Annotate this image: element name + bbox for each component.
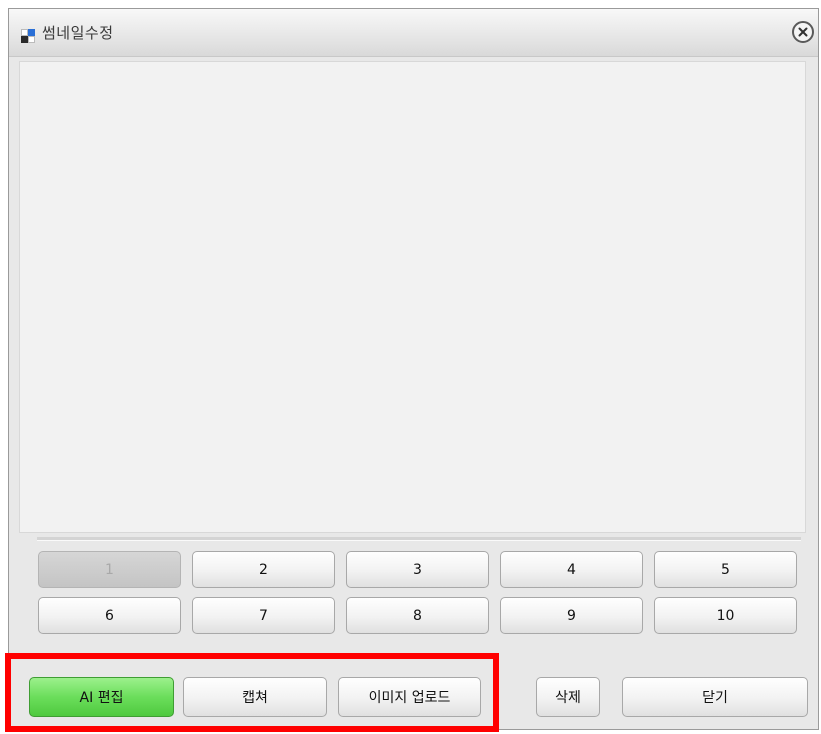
- close-x-glyph: [798, 27, 808, 37]
- page-button-2[interactable]: 2: [192, 551, 335, 588]
- window-title: 썸네일수정: [42, 24, 114, 42]
- app-window-icon: [21, 29, 35, 43]
- title-bar[interactable]: 썸네일수정: [9, 9, 818, 57]
- page-button-5[interactable]: 5: [654, 551, 797, 588]
- image-upload-button[interactable]: 이미지 업로드: [338, 677, 481, 717]
- page-button-10[interactable]: 10: [654, 597, 797, 634]
- thumbnail-preview-area: [19, 61, 806, 533]
- page-button-3[interactable]: 3: [346, 551, 489, 588]
- close-circle-icon[interactable]: [792, 21, 814, 43]
- close-button[interactable]: 닫기: [622, 677, 808, 717]
- ai-edit-button[interactable]: AI 편집: [29, 677, 174, 717]
- delete-button[interactable]: 삭제: [536, 677, 600, 717]
- divider: [37, 537, 801, 541]
- page-button-8[interactable]: 8: [346, 597, 489, 634]
- page-button-4[interactable]: 4: [500, 551, 643, 588]
- page-button-9[interactable]: 9: [500, 597, 643, 634]
- page-button-1[interactable]: 1: [38, 551, 181, 588]
- page-button-7[interactable]: 7: [192, 597, 335, 634]
- page-button-6[interactable]: 6: [38, 597, 181, 634]
- capture-button[interactable]: 캡쳐: [183, 677, 327, 717]
- thumbnail-edit-dialog: 썸네일수정 1 2 3 4 5 6 7 8 9 10 AI 편집 캡쳐 이미지 …: [8, 8, 819, 730]
